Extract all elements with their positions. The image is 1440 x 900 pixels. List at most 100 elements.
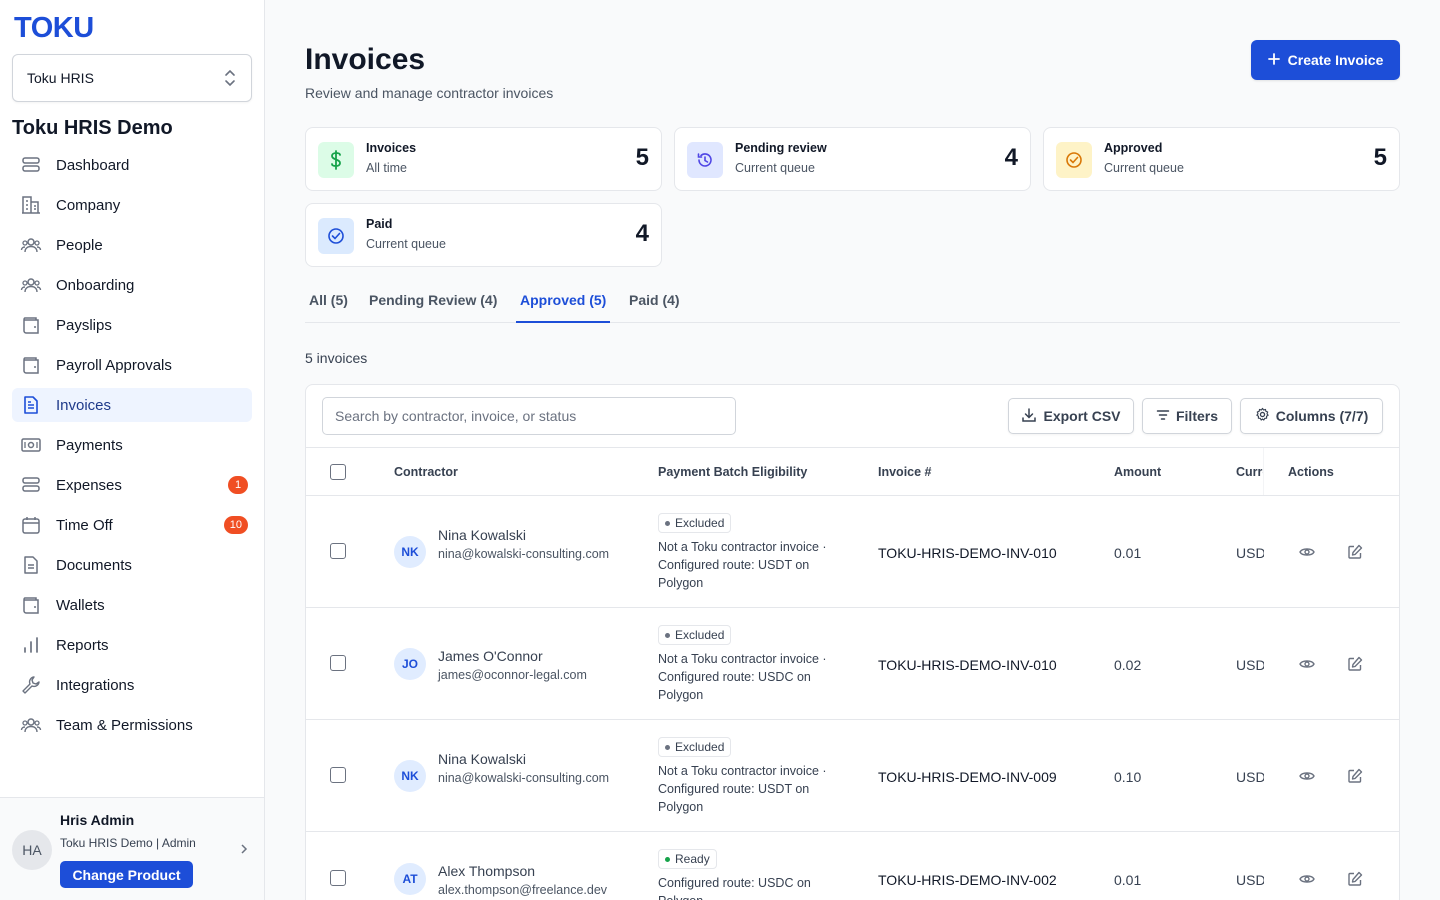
sidebar-item-people[interactable]: People — [12, 228, 252, 262]
filters-button[interactable]: Filters — [1142, 398, 1232, 434]
select-all-checkbox[interactable] — [330, 464, 346, 480]
stat-label: Paid — [366, 217, 393, 231]
columns-button[interactable]: Columns (7/7) — [1240, 398, 1383, 434]
sidebar-item-time-off[interactable]: Time Off 10 — [12, 508, 252, 542]
sidebar-item-documents[interactable]: Documents — [12, 548, 252, 582]
contractor-email: alex.thompson@freelance.dev — [438, 883, 608, 897]
sidebar-item-payslips[interactable]: Payslips — [12, 308, 252, 342]
calendar-icon — [20, 514, 42, 536]
edit-icon[interactable] — [1346, 655, 1364, 673]
wallet-icon — [20, 354, 42, 376]
toku-logo[interactable]: TOKU — [14, 12, 94, 45]
tab-pending-review[interactable]: Pending Review (4) — [369, 292, 497, 323]
user-menu[interactable]: HA Hris Admin Toku HRIS Demo | Admin Cha… — [0, 797, 264, 900]
column-header-amount[interactable]: Amount — [1114, 465, 1161, 479]
sidebar-item-company[interactable]: Company — [12, 188, 252, 222]
sidebar-item-invoices[interactable]: Invoices — [12, 388, 252, 422]
sidebar-item-dashboard[interactable]: Dashboard — [12, 148, 252, 182]
tab-all[interactable]: All (5) — [309, 292, 348, 323]
table-row[interactable]: AT Alex Thompson alex.thompson@freelance… — [306, 832, 1399, 900]
edit-icon[interactable] — [1346, 767, 1364, 785]
contractor-name[interactable]: Alex Thompson — [438, 863, 535, 879]
change-product-button[interactable]: Change Product — [60, 861, 193, 888]
amount: 0.01 — [1114, 545, 1142, 561]
sidebar-item-label: Reports — [56, 636, 109, 654]
row-checkbox[interactable] — [330, 767, 346, 783]
document-icon — [20, 394, 42, 416]
invoice-number[interactable]: TOKU-HRIS-DEMO-INV-010 — [878, 545, 1057, 561]
sidebar-item-wallets[interactable]: Wallets — [12, 588, 252, 622]
org-name: Toku HRIS Demo — [12, 117, 173, 139]
chevron-up-down-icon — [223, 68, 237, 88]
expenses-count-badge: 1 — [228, 476, 248, 494]
contractor-name[interactable]: James O'Connor — [438, 648, 543, 664]
sidebar-item-reports[interactable]: Reports — [12, 628, 252, 662]
building-icon — [20, 194, 42, 216]
column-header-eligibility[interactable]: Payment Batch Eligibility — [658, 465, 807, 479]
avatar: NK — [394, 760, 426, 792]
page-title: Invoices — [305, 43, 426, 76]
sidebar-item-label: Documents — [56, 556, 132, 574]
sidebar-item-label: Dashboard — [56, 156, 130, 174]
people-icon — [20, 714, 42, 736]
table-row[interactable]: NK Nina Kowalski nina@kowalski-consultin… — [306, 720, 1399, 832]
chevron-right-icon[interactable] — [238, 842, 250, 860]
edit-icon[interactable] — [1346, 870, 1364, 888]
dashboard-icon — [20, 154, 42, 176]
amount: 0.02 — [1114, 657, 1142, 673]
row-checkbox[interactable] — [330, 543, 346, 559]
avatar: JO — [394, 648, 426, 680]
stat-sublabel: Current queue — [366, 237, 446, 251]
export-csv-label: Export CSV — [1043, 408, 1121, 424]
dollar-icon — [318, 142, 354, 178]
currency: USDT — [1236, 769, 1264, 785]
column-header-contractor[interactable]: Contractor — [394, 465, 458, 479]
avatar: NK — [394, 536, 426, 568]
table-row[interactable]: JO James O'Connor james@oconnor-legal.co… — [306, 608, 1399, 720]
product-select-value: Toku HRIS — [27, 70, 94, 86]
row-checkbox[interactable] — [330, 870, 346, 886]
sidebar-item-payments[interactable]: Payments — [12, 428, 252, 462]
contractor-name[interactable]: Nina Kowalski — [438, 527, 526, 543]
sidebar: TOKU Toku HRIS Toku HRIS Demo Dashboard … — [0, 0, 265, 900]
stat-label: Invoices — [366, 141, 417, 155]
create-invoice-button[interactable]: Create Invoice — [1251, 40, 1400, 80]
column-header-currency[interactable]: Currency — [1236, 465, 1264, 479]
sidebar-item-team-permissions[interactable]: Team & Permissions — [12, 708, 252, 742]
eye-icon[interactable] — [1298, 655, 1316, 673]
sidebar-item-onboarding[interactable]: Onboarding — [12, 268, 252, 302]
eye-icon[interactable] — [1298, 767, 1316, 785]
edit-icon[interactable] — [1346, 543, 1364, 561]
invoice-count: 5 invoices — [305, 350, 368, 366]
invoice-number[interactable]: TOKU-HRIS-DEMO-INV-009 — [878, 769, 1057, 785]
export-csv-button[interactable]: Export CSV — [1008, 398, 1134, 434]
contractor-email: nina@kowalski-consulting.com — [438, 771, 610, 785]
status-badge: Excluded — [658, 737, 732, 757]
sidebar-item-label: People — [56, 236, 103, 254]
contractor-name[interactable]: Nina Kowalski — [438, 751, 526, 767]
sidebar-item-expenses[interactable]: Expenses 1 — [12, 468, 252, 502]
invoice-number[interactable]: TOKU-HRIS-DEMO-INV-010 — [878, 657, 1057, 673]
sidebar-item-label: Wallets — [56, 596, 105, 614]
sidebar-item-label: Invoices — [56, 396, 112, 414]
sidebar-item-label: Expenses — [56, 476, 122, 494]
stat-card-paid: Paid Current queue 4 — [305, 203, 662, 267]
search-input[interactable] — [322, 397, 736, 435]
eye-icon[interactable] — [1298, 870, 1316, 888]
product-select[interactable]: Toku HRIS — [12, 54, 252, 102]
status-label: Ready — [675, 852, 710, 866]
table-row[interactable]: NK Nina Kowalski nina@kowalski-consultin… — [306, 496, 1399, 608]
gear-icon — [1255, 407, 1270, 425]
row-checkbox[interactable] — [330, 655, 346, 671]
invoice-number[interactable]: TOKU-HRIS-DEMO-INV-002 — [878, 872, 1057, 888]
tab-paid[interactable]: Paid (4) — [629, 292, 680, 323]
page-subtitle: Review and manage contractor invoices — [305, 85, 554, 101]
eye-icon[interactable] — [1298, 543, 1316, 561]
avatar: AT — [394, 863, 426, 895]
tab-approved[interactable]: Approved (5) — [516, 292, 611, 323]
column-header-invoice[interactable]: Invoice # — [878, 465, 932, 479]
status-dot — [665, 744, 670, 750]
sidebar-item-integrations[interactable]: Integrations — [12, 668, 252, 702]
sidebar-item-payroll-approvals[interactable]: Payroll Approvals — [12, 348, 252, 382]
sidebar-item-label: Payroll Approvals — [56, 356, 172, 374]
